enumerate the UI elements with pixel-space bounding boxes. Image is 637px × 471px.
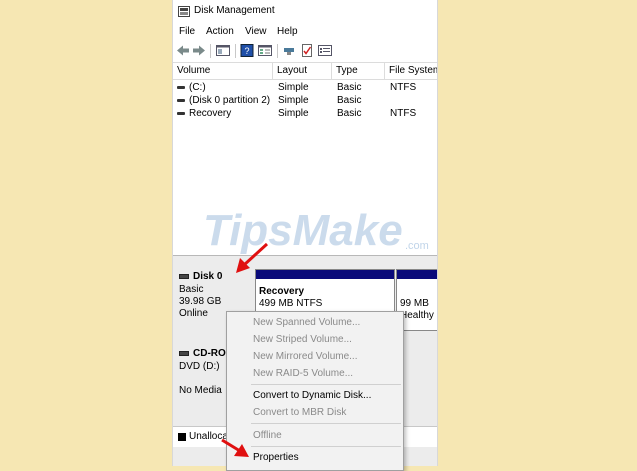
disk-0-type: Basic	[179, 284, 204, 295]
table-row[interactable]: Recovery Simple Basic NTFS	[173, 107, 437, 120]
menu-view[interactable]: View	[245, 26, 267, 37]
svg-text:TipsMake: TipsMake	[203, 206, 403, 255]
connect-icon[interactable]	[282, 44, 296, 57]
hard-disk-icon	[179, 274, 189, 279]
menu-file[interactable]: File	[179, 26, 195, 37]
cdrom-icon	[179, 351, 189, 356]
menu-item-properties[interactable]: Properties	[253, 452, 299, 463]
volume-type: Basic	[337, 95, 362, 106]
menu-action[interactable]: Action	[206, 26, 234, 37]
menu-item-convert-to-mbr-disk[interactable]: Convert to MBR Disk	[253, 407, 346, 418]
toolbar-separator	[235, 44, 236, 58]
menu-item-new-striped-volume[interactable]: New Striped Volume...	[253, 334, 352, 345]
list-view-icon[interactable]	[258, 44, 272, 57]
volume-list-header: Volume Layout Type File System	[173, 63, 437, 80]
volume-name: (Disk 0 partition 2)	[189, 95, 271, 106]
column-header-file-system[interactable]: File System	[385, 63, 437, 79]
back-arrow-icon[interactable]	[176, 44, 190, 57]
table-row[interactable]: (Disk 0 partition 2) Simple Basic	[173, 94, 437, 107]
column-header-type[interactable]: Type	[332, 63, 385, 79]
partition-header-bar	[256, 270, 394, 279]
disk-0-size: 39.98 GB	[179, 296, 222, 307]
volume-type: Basic	[337, 108, 362, 119]
help-icon[interactable]: ?	[240, 44, 254, 57]
menu-separator	[251, 384, 401, 385]
context-menu: New Spanned Volume... New Striped Volume…	[226, 311, 404, 471]
unallocated-swatch	[178, 433, 186, 441]
disk-0-status: Online	[179, 308, 208, 319]
menu-help[interactable]: Help	[277, 26, 298, 37]
column-header-volume[interactable]: Volume	[173, 63, 273, 79]
disk-management-icon	[178, 6, 190, 17]
toolbar-separator	[277, 44, 278, 58]
volume-fs: NTFS	[390, 108, 417, 119]
title-bar: Disk Management	[173, 0, 437, 22]
watermark-logo: TipsMake .com	[203, 206, 429, 255]
partition-header-bar	[397, 270, 437, 279]
volume-layout: Simple	[278, 108, 309, 119]
volume-icon	[177, 86, 185, 89]
menu-item-offline[interactable]: Offline	[253, 430, 282, 441]
properties-icon[interactable]	[318, 44, 332, 57]
table-row[interactable]: (C:) Simple Basic NTFS	[173, 81, 437, 94]
volume-fs: NTFS	[390, 82, 417, 93]
partition-efi-status: Healthy (	[400, 310, 438, 321]
cdrom-media: No Media	[179, 385, 222, 396]
menu-item-convert-to-dynamic-disk[interactable]: Convert to Dynamic Disk...	[253, 390, 371, 401]
cdrom-drive: DVD (D:)	[179, 361, 220, 372]
menu-item-new-spanned-volume[interactable]: New Spanned Volume...	[253, 317, 360, 328]
partition-efi-size: 99 MB	[400, 298, 429, 309]
menu-item-new-raid5-volume[interactable]: New RAID-5 Volume...	[253, 368, 353, 379]
toolbar-separator	[210, 44, 211, 58]
disk-0-name: Disk 0	[193, 271, 223, 282]
volume-name: (C:)	[189, 82, 206, 93]
menu-bar: File Action View Help	[173, 22, 437, 40]
volume-name: Recovery	[189, 108, 232, 119]
menu-item-new-mirrored-volume[interactable]: New Mirrored Volume...	[253, 351, 357, 362]
window-title: Disk Management	[194, 5, 275, 16]
checklist-icon[interactable]	[300, 44, 314, 57]
partition-recovery-detail: 499 MB NTFS	[259, 298, 323, 309]
svg-text:?: ?	[244, 46, 249, 56]
volume-layout: Simple	[278, 95, 309, 106]
volume-icon	[177, 112, 185, 115]
svg-text:.com: .com	[405, 240, 429, 252]
menu-separator	[251, 423, 401, 424]
volume-type: Basic	[337, 82, 362, 93]
menu-separator	[251, 446, 401, 447]
partition-recovery-name: Recovery	[259, 286, 305, 297]
forward-arrow-icon[interactable]	[192, 44, 206, 57]
column-header-layout[interactable]: Layout	[273, 63, 332, 79]
console-tree-icon[interactable]	[216, 44, 230, 57]
volume-layout: Simple	[278, 82, 309, 93]
volume-icon	[177, 99, 185, 102]
toolbar: ?	[173, 40, 437, 63]
